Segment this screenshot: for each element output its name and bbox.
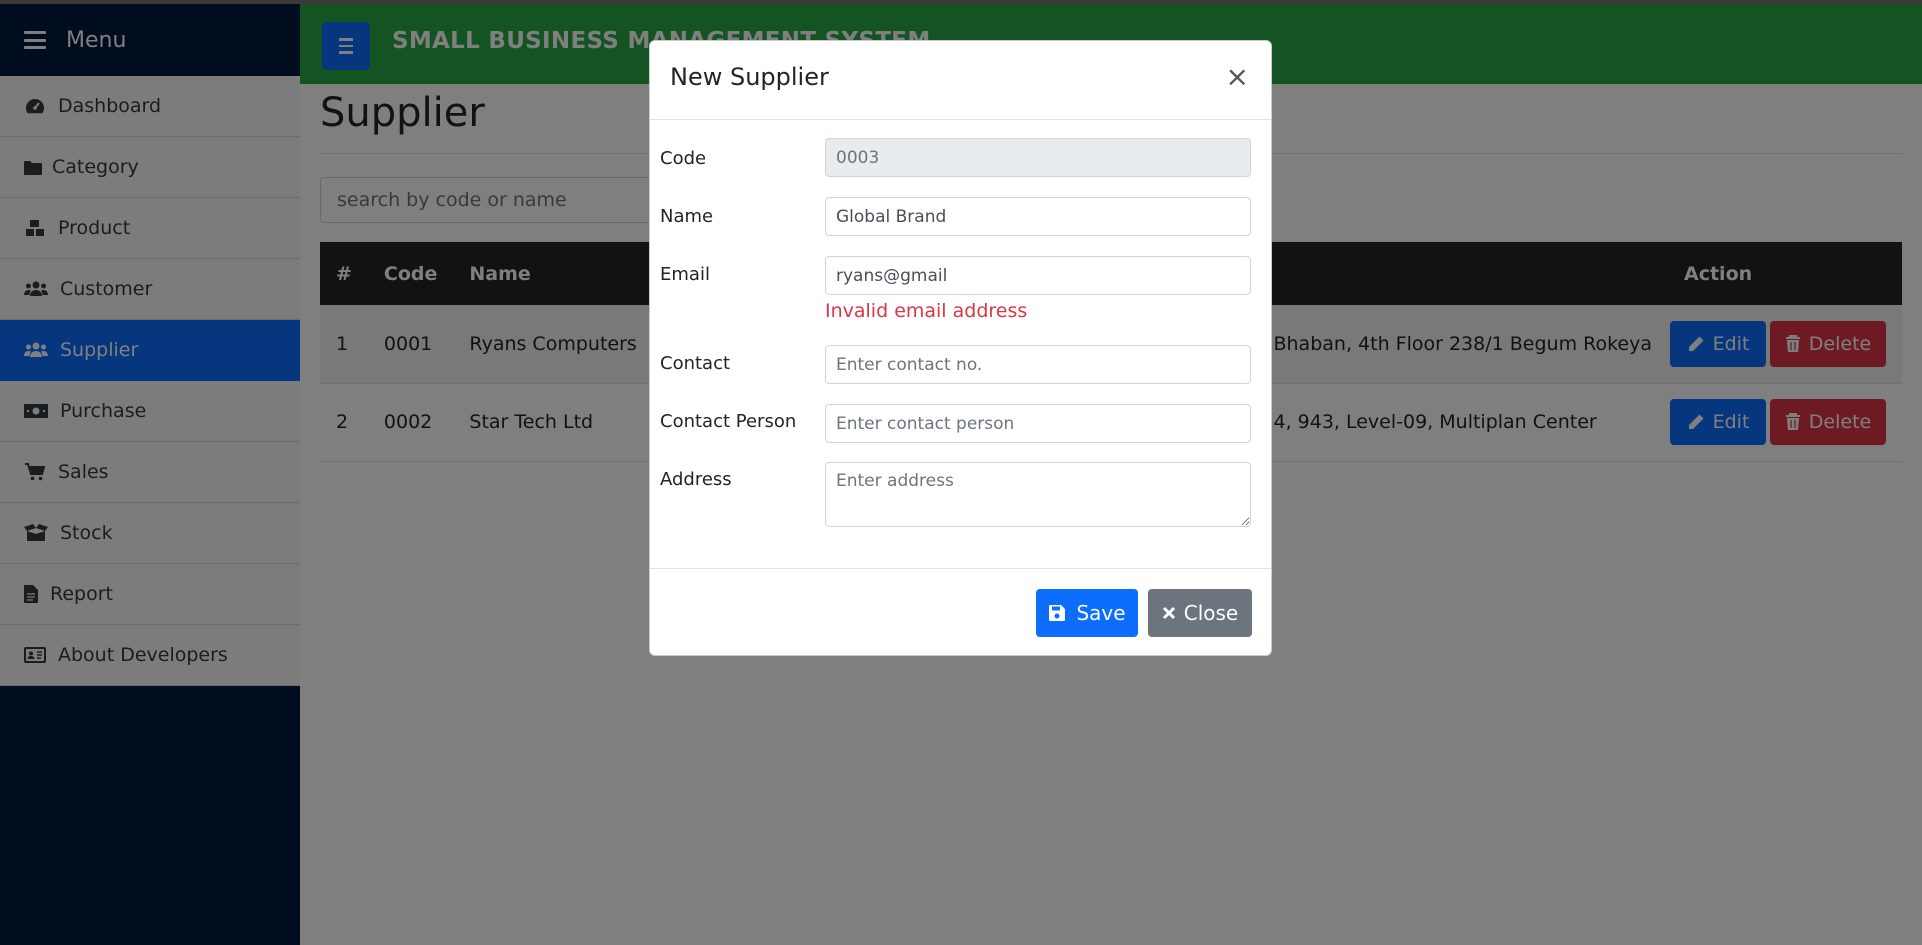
window-top-border <box>0 0 1922 4</box>
name-label: Name <box>660 206 714 227</box>
contact-person-field[interactable] <box>825 404 1251 443</box>
close-icon[interactable]: × <box>1226 63 1249 91</box>
contact-person-label: Contact Person <box>660 411 797 432</box>
new-supplier-modal: New Supplier × Code Name Email Invalid e… <box>649 40 1272 656</box>
email-label: Email <box>660 264 710 285</box>
code-label: Code <box>660 148 707 169</box>
modal-title: New Supplier <box>670 63 829 91</box>
modal-header: New Supplier × <box>650 41 1271 120</box>
contact-field[interactable] <box>825 345 1251 384</box>
address-label: Address <box>660 469 732 490</box>
save-icon <box>1049 605 1066 621</box>
code-field[interactable] <box>825 138 1251 177</box>
address-field[interactable] <box>825 462 1251 527</box>
email-error-message: Invalid email address <box>825 300 1028 322</box>
name-field[interactable] <box>825 197 1251 236</box>
save-button[interactable]: Save <box>1036 589 1138 637</box>
close-label: Close <box>1183 601 1239 625</box>
close-button[interactable]: Close <box>1148 589 1252 637</box>
contact-label: Contact <box>660 353 731 374</box>
email-field[interactable] <box>825 256 1251 295</box>
save-label: Save <box>1076 601 1126 625</box>
x-icon <box>1162 606 1175 620</box>
modal-footer: Save Close <box>650 568 1271 656</box>
